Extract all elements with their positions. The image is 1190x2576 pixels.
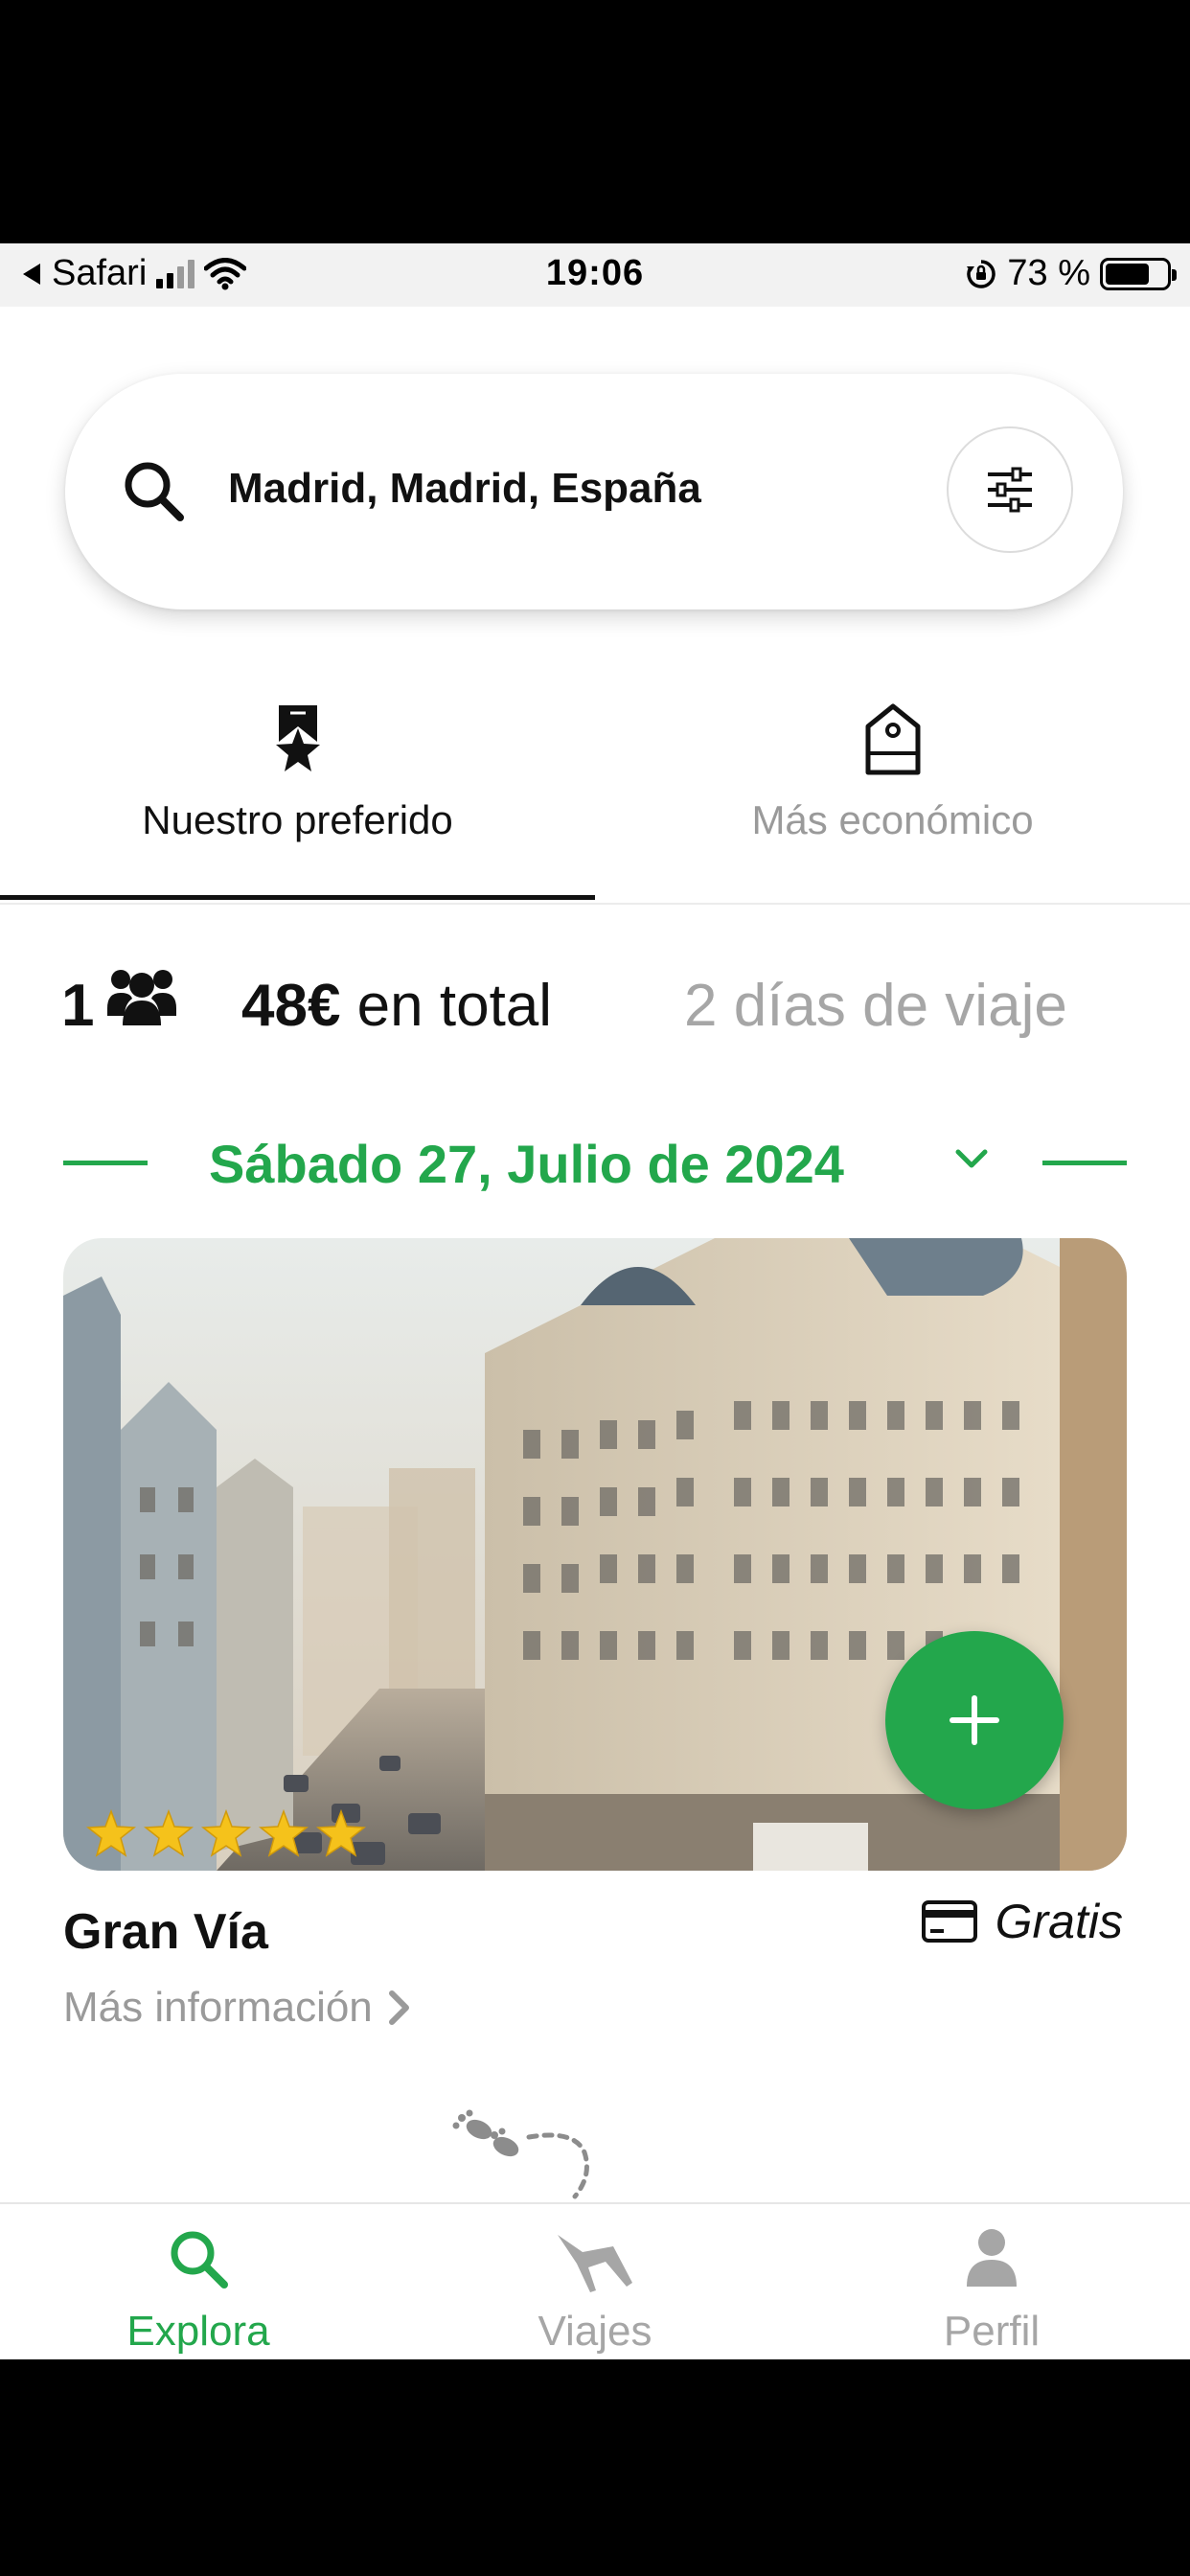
more-info-label: Más información bbox=[63, 1984, 373, 2031]
battery-percent: 73 % bbox=[1007, 253, 1090, 293]
star-icon bbox=[259, 1809, 309, 1857]
date-label: Sábado 27, Julio de 2024 bbox=[209, 1134, 844, 1194]
tab-cheapest-label: Más económico bbox=[751, 797, 1034, 842]
date-divider-left bbox=[63, 1161, 148, 1165]
place-name: Gran Vía bbox=[63, 1904, 268, 1960]
plane-icon bbox=[558, 2235, 632, 2292]
total-price: 48€ en total bbox=[241, 972, 552, 1040]
date-selector[interactable]: Sábado 27, Julio de 2024 bbox=[0, 1125, 1190, 1202]
tab-preferred[interactable]: Nuestro preferido bbox=[0, 703, 595, 880]
search-bar[interactable]: Madrid, Madrid, España bbox=[65, 374, 1123, 610]
rating-stars bbox=[86, 1809, 366, 1857]
footprints-icon bbox=[452, 2109, 589, 2199]
search-icon bbox=[125, 462, 184, 521]
trip-duration: 2 días de viaje bbox=[684, 973, 1067, 1039]
orientation-lock-icon bbox=[967, 259, 996, 288]
price-suffix: en total bbox=[340, 973, 553, 1039]
people-count: 1 bbox=[61, 973, 95, 1039]
chevron-down-icon[interactable] bbox=[954, 1148, 989, 1171]
add-to-trip-button[interactable] bbox=[885, 1631, 1064, 1809]
nav-trips-label: Viajes bbox=[538, 2308, 652, 2355]
award-icon bbox=[275, 705, 320, 771]
star-icon bbox=[144, 1809, 194, 1857]
nav-explore-label: Explora bbox=[126, 2308, 270, 2355]
place-price: Gratis bbox=[921, 1894, 1123, 1949]
nav-explore[interactable]: Explora bbox=[0, 2204, 397, 2359]
nav-profile[interactable]: Perfil bbox=[793, 2204, 1190, 2359]
credit-card-icon bbox=[921, 1900, 977, 1943]
nav-trips[interactable]: Viajes bbox=[397, 2204, 793, 2359]
price-amount: 48€ bbox=[241, 973, 341, 1039]
star-icon bbox=[316, 1809, 366, 1857]
status-right: 73 % bbox=[965, 253, 1177, 294]
plus-icon bbox=[950, 1695, 999, 1745]
tab-preferred-label: Nuestro preferido bbox=[142, 797, 453, 842]
status-bar: Safari 19:06 73 % bbox=[0, 243, 1190, 307]
star-icon bbox=[201, 1809, 251, 1857]
bottom-navigation: Explora Viajes Perfil bbox=[0, 2202, 1190, 2359]
group-icon bbox=[107, 970, 176, 1025]
more-info-link[interactable]: Más información bbox=[63, 1984, 411, 2032]
search-location[interactable]: Madrid, Madrid, España bbox=[228, 465, 701, 513]
active-tab-indicator bbox=[0, 895, 595, 900]
user-icon bbox=[967, 2229, 1017, 2287]
tabs-divider bbox=[0, 903, 1190, 905]
tab-cheapest[interactable]: Más económico bbox=[595, 703, 1190, 880]
battery-icon bbox=[1100, 257, 1177, 290]
filter-button[interactable] bbox=[947, 426, 1073, 553]
app-screen: Safari 19:06 73 % Madrid, Madrid, España… bbox=[0, 243, 1190, 2359]
price-label: Gratis bbox=[995, 1895, 1123, 1948]
sliders-icon bbox=[988, 467, 1032, 513]
star-icon bbox=[86, 1809, 136, 1857]
date-divider-right bbox=[1042, 1161, 1127, 1165]
search-icon bbox=[171, 2231, 228, 2288]
trip-summary: 1 48€ en total 2 días de viaje bbox=[0, 964, 1190, 1050]
price-tag-icon bbox=[865, 703, 920, 775]
nav-profile-label: Perfil bbox=[943, 2308, 1041, 2355]
chevron-right-icon bbox=[388, 1990, 409, 2025]
